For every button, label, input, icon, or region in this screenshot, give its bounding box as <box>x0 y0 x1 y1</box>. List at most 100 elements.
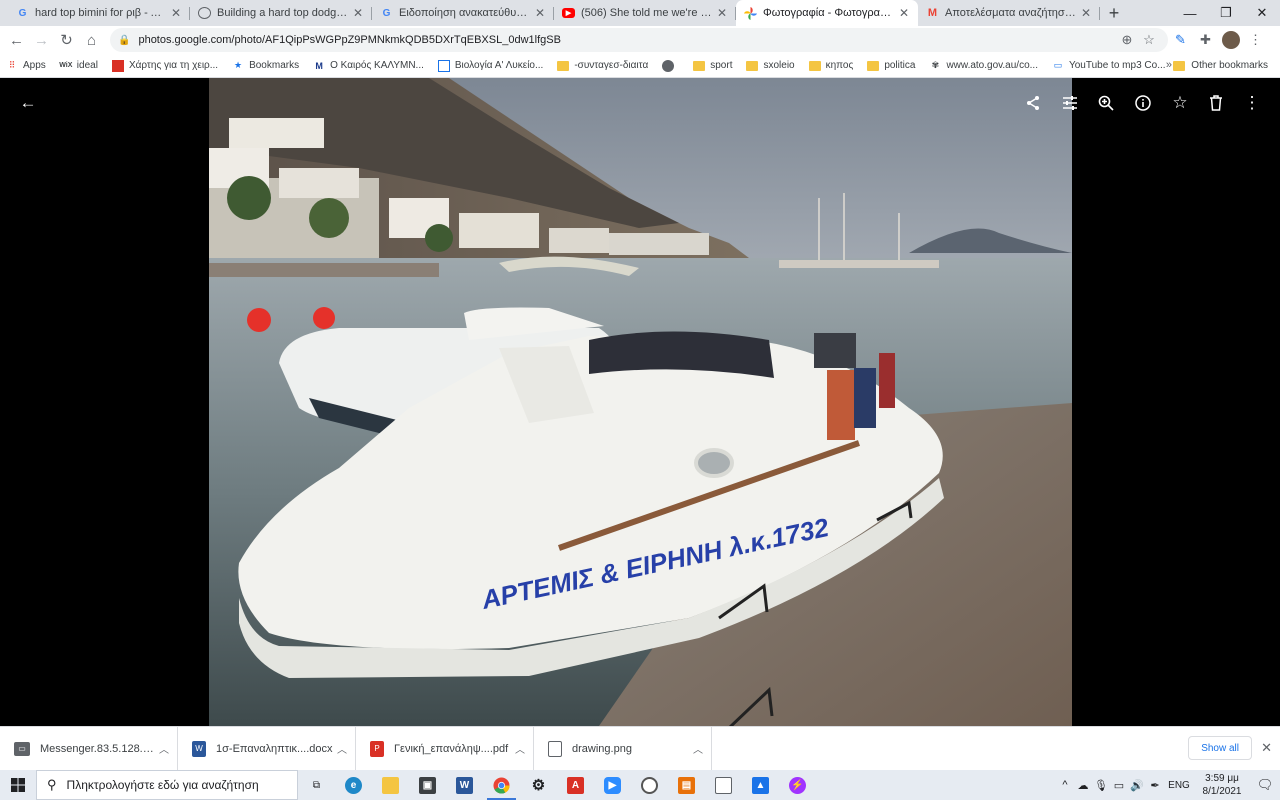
bookmark-star-icon[interactable]: ☆ <box>1138 32 1160 48</box>
folder-icon <box>557 60 570 72</box>
bookmark-label: Bookmarks <box>249 60 300 71</box>
document-app-icon[interactable]: ▤ <box>668 770 705 800</box>
gear-glyph: ⚙ <box>531 777 546 794</box>
address-bar[interactable]: 🔒 photos.google.com/photo/AF1QipPsWGPpZ9… <box>110 28 1168 52</box>
more-options-icon[interactable]: ⋮ <box>1238 89 1266 117</box>
extension-icon[interactable]: ✎ <box>1168 32 1193 48</box>
tab-1[interactable]: Building a hard top dodger to en ✕ <box>190 0 372 26</box>
close-icon[interactable]: ✕ <box>532 6 548 20</box>
tab-4[interactable]: Φωτογραφία - Φωτογραφίες Go ✕ <box>736 0 918 26</box>
notifications-icon[interactable]: 🗨 <box>1250 777 1280 793</box>
close-window-icon[interactable]: ✕ <box>1244 0 1280 26</box>
bookmark-apps[interactable]: ⠿ Apps <box>6 60 46 72</box>
bookmark-label: sxoleio <box>763 60 795 71</box>
photo-app-icon[interactable]: ▲ <box>742 770 779 800</box>
chrome-icon[interactable] <box>483 770 520 800</box>
bookmark-folder-sxoleio[interactable]: sxoleio <box>746 60 795 72</box>
store-icon[interactable]: ▣ <box>409 770 446 800</box>
taskbar-search[interactable]: ⚲ Πληκτρολογήστε εδώ για αναζήτηση <box>36 770 298 800</box>
edge-icon[interactable]: e <box>335 770 372 800</box>
store-glyph: ▣ <box>419 776 436 794</box>
info-icon[interactable] <box>1129 89 1157 117</box>
bookmark-ideal[interactable]: WiX ideal <box>59 60 98 72</box>
windows-start-icon[interactable] <box>0 770 36 800</box>
onedrive-cloud-icon[interactable]: ☁ <box>1074 779 1092 792</box>
delete-trash-icon[interactable] <box>1202 89 1230 117</box>
bookmark-globe[interactable] <box>662 59 679 72</box>
word-icon[interactable]: W <box>446 770 483 800</box>
tab-title: Building a hard top dodger to en <box>217 7 350 19</box>
task-view-icon[interactable]: ⧉ <box>298 770 335 800</box>
bookmark-folder-kipos[interactable]: κηπος <box>808 60 853 72</box>
settings-gear-icon[interactable]: ⚙ <box>520 770 557 800</box>
restore-icon[interactable]: ❐ <box>1208 0 1244 26</box>
exe-icon: ▭ <box>14 741 30 756</box>
boat-photo[interactable]: ΑΡΤΕΜΙΣ & ΕΙΡΗΝΗ λ.κ.1732 <box>209 78 1072 726</box>
bookmark-youtube-mp3[interactable]: ▭ YouTube to mp3 Co... <box>1052 60 1166 72</box>
download-item[interactable]: drawing.png ︿ <box>534 726 712 771</box>
bookmark-map[interactable]: Χάρτης για τη χειρ... <box>111 59 218 72</box>
back-icon[interactable]: ← <box>4 26 29 54</box>
download-item[interactable]: W 1σ-Επαναληπτικ....docx ︿ <box>178 726 356 771</box>
favorite-star-icon[interactable]: ☆ <box>1166 89 1194 117</box>
menu-icon[interactable]: ⋮ <box>1243 32 1268 48</box>
chevron-up-icon[interactable]: ︿ <box>515 741 525 756</box>
chevron-up-icon[interactable]: ︿ <box>693 741 703 756</box>
tab-0[interactable]: G hard top bimini for ριβ - Αναζήτ ✕ <box>8 0 190 26</box>
bookmark-ato[interactable]: ✾ www.ato.gov.au/co... <box>929 60 1038 72</box>
edit-adjust-icon[interactable] <box>1056 89 1084 117</box>
bookmark-biology[interactable]: Βιολογία Α' Λυκείο... <box>437 59 543 72</box>
zoom-icon[interactable]: ⊕ <box>1116 32 1138 48</box>
bookmark-label: politica <box>884 60 916 71</box>
back-arrow-icon[interactable]: ← <box>14 89 42 117</box>
download-item[interactable]: ▭ Messenger.83.5.128.exe ︿ <box>0 726 178 771</box>
close-icon[interactable]: ✕ <box>896 6 912 20</box>
close-icon[interactable]: ✕ <box>350 6 366 20</box>
bookmark-bookmarks[interactable]: ★ Bookmarks <box>232 60 299 72</box>
acrobat-icon[interactable]: A <box>557 770 594 800</box>
zoom-app-icon[interactable]: ▶ <box>594 770 631 800</box>
zoom-in-icon[interactable] <box>1092 89 1120 117</box>
bookmark-weather[interactable]: M Ο Καιρός ΚΑΛΥΜΝ... <box>313 60 424 72</box>
close-icon[interactable]: ✕ <box>714 6 730 20</box>
microphone-icon[interactable]: 🎙 <box>1092 779 1110 792</box>
bookmarks-bar: ⠿ Apps WiX ideal Χάρτης για τη χειρ... ★ Bo… <box>0 54 1280 78</box>
volume-icon[interactable]: 🔊 <box>1128 779 1146 792</box>
language-indicator[interactable]: ENG <box>1164 780 1194 791</box>
clock-time: 3:59 μμ <box>1205 773 1239 784</box>
file-explorer-icon[interactable] <box>372 770 409 800</box>
home-icon[interactable]: ⌂ <box>79 26 104 54</box>
network-icon[interactable]: ▭ <box>1110 779 1128 792</box>
chevron-up-icon[interactable]: ︿ <box>337 741 347 756</box>
download-filename: drawing.png <box>572 742 632 755</box>
share-icon[interactable] <box>1019 89 1047 117</box>
chevron-up-icon[interactable]: ︿ <box>159 741 169 756</box>
new-tab-button[interactable]: + <box>1100 0 1128 26</box>
geogebra-icon[interactable] <box>631 770 668 800</box>
other-bookmarks[interactable]: Other bookmarks <box>1173 60 1268 71</box>
show-all-button[interactable]: Show all <box>1188 736 1252 760</box>
bookmark-folder-politica[interactable]: politica <box>867 60 915 72</box>
profile-avatar[interactable] <box>1218 31 1243 49</box>
reload-icon[interactable]: ↻ <box>54 26 79 54</box>
more-bookmarks-chevron-icon[interactable]: » <box>1166 59 1172 71</box>
tab-3[interactable]: ▶ (506) She told me we're NEVER L ✕ <box>554 0 736 26</box>
forward-icon[interactable]: → <box>29 26 54 54</box>
pen-icon[interactable]: ✒ <box>1146 779 1164 792</box>
extensions-puzzle-icon[interactable]: ✚ <box>1193 32 1218 48</box>
messenger-icon[interactable]: ⚡ <box>779 770 816 800</box>
download-item[interactable]: P Γενική_επανάληψ....pdf ︿ <box>356 726 534 771</box>
tab-2[interactable]: G Ειδοποίηση ανακατεύθυνσης ✕ <box>372 0 554 26</box>
close-icon[interactable]: ✕ <box>168 6 184 20</box>
bookmark-folder-sport[interactable]: sport <box>693 60 732 72</box>
show-hidden-icons-chevron-icon[interactable]: ^ <box>1056 779 1074 791</box>
bookmark-folder-recipes[interactable]: -συνταγεσ-διαιτα <box>557 60 648 72</box>
minimize-icon[interactable]: — <box>1172 0 1208 26</box>
close-icon[interactable]: ✕ <box>1078 6 1094 20</box>
tab-5[interactable]: M Αποτελέσματα αναζήτησης - yia ✕ <box>918 0 1100 26</box>
lock-icon: 🔒 <box>118 34 131 46</box>
file-icon[interactable] <box>705 770 742 800</box>
image-icon <box>548 740 562 757</box>
clock[interactable]: 3:59 μμ 8/1/2021 <box>1194 772 1250 798</box>
close-downloads-icon[interactable]: ✕ <box>1261 740 1272 756</box>
